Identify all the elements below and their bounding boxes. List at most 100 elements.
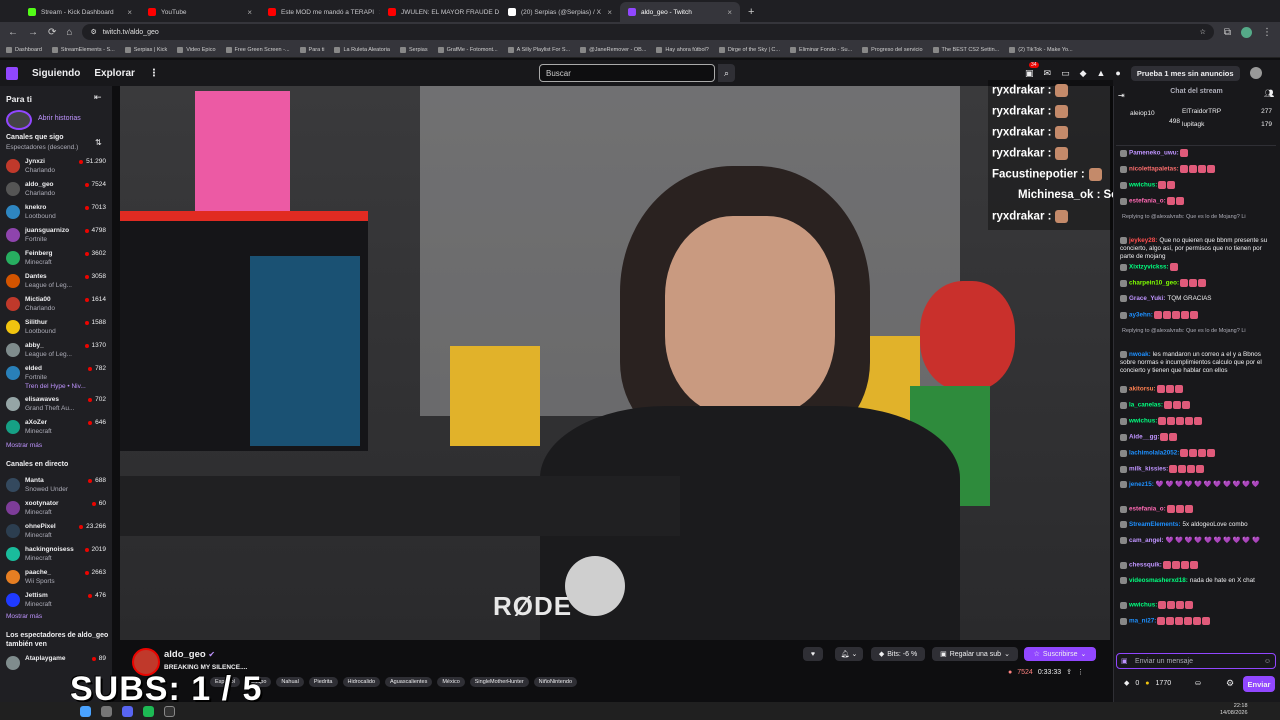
sidebar-channel[interactable]: xootynator Minecraft 60 — [0, 497, 112, 519]
bits-button[interactable]: ◆ Bits: -6 % — [871, 647, 925, 661]
chat-username[interactable]: wwichus: — [1129, 182, 1157, 189]
chat-username[interactable]: Aide__gg: — [1129, 434, 1159, 441]
bookmark-item[interactable]: Hay ahora fútbol? — [656, 46, 709, 53]
chat-username[interactable]: ma_ni27: — [1129, 618, 1156, 625]
browser-tab[interactable]: YouTube × — [140, 2, 260, 22]
stream-tag[interactable]: Nahual — [276, 677, 304, 687]
rewards-icon[interactable]: ⛀ — [1195, 679, 1201, 687]
chat-username[interactable]: jenez15: — [1129, 481, 1154, 488]
notifications-icon[interactable]: ▣ 34 — [1025, 61, 1039, 79]
more-options-icon[interactable]: ⋮ — [1077, 668, 1084, 676]
profile-avatar[interactable] — [1241, 26, 1252, 38]
video-player[interactable]: RØDE — [120, 86, 1110, 640]
chat-username[interactable]: StreamElements: — [1129, 521, 1180, 528]
user-avatar[interactable] — [1249, 67, 1262, 79]
browser-tab[interactable]: (20) Serpias (@Serpias) / X × — [500, 2, 620, 22]
prime-button[interactable]: Prueba 1 mes sin anuncios — [1130, 65, 1240, 81]
subscribe-button[interactable]: ☆ Suscribirse ⌄ — [1024, 647, 1096, 661]
chat-username[interactable]: nicolettapaletas: — [1129, 166, 1179, 173]
chat-username[interactable]: akitorsu: — [1129, 386, 1156, 393]
bookmark-star-icon[interactable]: ☆ — [1200, 28, 1206, 36]
open-stories-link[interactable]: Abrir historias — [38, 115, 81, 122]
browser-tab[interactable]: Stream - Kick Dashboard × — [20, 2, 140, 22]
bookmark-item[interactable]: (2) TikTok - Make Yo... — [1009, 46, 1073, 53]
menu-icon[interactable]: ⋮ — [1262, 27, 1272, 38]
sidebar-channel[interactable]: aXoZer Minecraft 646 — [0, 416, 112, 438]
chat-username[interactable]: nwoak: — [1129, 351, 1151, 358]
stream-tag[interactable]: SingleMotherHunter — [469, 677, 529, 687]
points-icon[interactable]: ● — [1145, 680, 1149, 687]
tab-close-icon[interactable]: × — [127, 8, 132, 17]
bookmark-item[interactable]: Progreso del servicio — [862, 46, 923, 53]
chrome-taskbar-icon[interactable] — [80, 705, 91, 717]
extensions-icon[interactable]: ⧉ — [1224, 27, 1231, 38]
chat-username[interactable]: wwichus: — [1129, 418, 1157, 425]
browser-tab[interactable]: Este MOD me mandó a TERAPI× — [260, 2, 380, 22]
leaderboard-entry[interactable]: aleiop10 498 — [1130, 110, 1180, 125]
tab-close-icon[interactable]: × — [247, 8, 252, 17]
share-icon[interactable]: ⇪ — [1066, 668, 1072, 676]
reload-icon[interactable]: ⟳ — [48, 27, 56, 38]
stories-avatar[interactable] — [6, 110, 32, 130]
more-dots-icon[interactable]: ⋮ — [149, 68, 159, 79]
show-more-followed[interactable]: Mostrar más — [6, 442, 42, 449]
search-icon[interactable]: ⌕ — [718, 64, 735, 82]
twitch-logo-icon[interactable] — [6, 66, 18, 80]
gift-sub-button[interactable]: ▣ Regalar una sub ⌄ — [932, 647, 1018, 661]
stream-tag[interactable]: Hidrocalido — [342, 677, 381, 687]
chat-username[interactable]: Grace_Yuki: — [1129, 295, 1165, 302]
chat-username[interactable]: la_canelas: — [1129, 402, 1163, 409]
bookmark-item[interactable]: Free Green Screen -... — [225, 46, 290, 53]
nav-following[interactable]: Siguiendo — [32, 68, 80, 79]
crown-icon[interactable]: ● — [1115, 68, 1120, 78]
bookmark-item[interactable]: @JaneRemover - OB... — [580, 46, 646, 53]
notifications-toggle[interactable]: 🔔︎ ⌄ — [835, 647, 863, 661]
leaderboard-entry[interactable]: ElTraidorTRP 277 — [1182, 108, 1272, 115]
home-icon[interactable]: ⌂ — [66, 27, 72, 38]
follow-heart-icon[interactable]: ♥ — [803, 647, 823, 661]
stream-tag[interactable]: México — [437, 677, 465, 687]
sidebar-channel[interactable]: knekro Lootbound 7013 — [0, 201, 112, 223]
chat-username[interactable]: cam_angel: — [1129, 537, 1164, 544]
sidebar-channel[interactable]: Feinberg Minecraft 3602 — [0, 247, 112, 269]
sidebar-channel[interactable]: hackingnoisess Minecraft 2019 — [0, 543, 112, 565]
chat-emote-picker-icon[interactable]: ☺ — [1264, 658, 1271, 665]
collapse-sidebar-icon[interactable]: ⇤ — [94, 92, 102, 103]
show-more-live[interactable]: Mostrar más — [6, 613, 42, 620]
send-button[interactable]: Enviar — [1243, 676, 1275, 692]
bookmark-item[interactable]: Dirge of the Sky | C... — [718, 46, 780, 53]
stream-tag[interactable]: Aguascalientes — [385, 677, 433, 687]
sidebar-channel[interactable]: juansguarnizo Fortnite 4798 — [0, 224, 112, 246]
bookmark-item[interactable]: GrafMe - Fotomont... — [437, 46, 498, 53]
bookmark-item[interactable]: A Silly Playlist For S... — [507, 46, 570, 53]
bookmark-item[interactable]: StreamElements - S... — [51, 46, 115, 53]
url-field[interactable]: ⚙ twitch.tv/aldo_geo ☆ — [82, 24, 1214, 40]
spotify-taskbar-icon[interactable] — [143, 705, 154, 717]
back-icon[interactable]: ← — [8, 27, 18, 38]
sidebar-channel[interactable]: ohnePixel Minecraft 23.266 — [0, 520, 112, 542]
chat-username[interactable]: chessquik: — [1129, 562, 1162, 569]
stream-tag[interactable]: Piedrita — [308, 677, 338, 687]
sidebar-channel[interactable]: Jynxzi Charlando 51.290 — [0, 155, 112, 177]
sidebar-channel[interactable]: abby_ League of Leg... 1370 — [0, 339, 112, 361]
site-info-icon[interactable]: ⚙ — [90, 28, 96, 36]
browser-tab[interactable]: JWULEN: EL MAYOR FRAUDE D× — [380, 2, 500, 22]
bookmark-item[interactable]: Dashboard — [6, 46, 42, 53]
chat-username[interactable]: estefania_o: — [1129, 506, 1166, 513]
leaderboard-entry[interactable]: lupitagk 179 — [1182, 121, 1272, 128]
chat-username[interactable]: lachimolala2052: — [1129, 450, 1179, 457]
bits-icon[interactable]: ▲ — [1097, 68, 1106, 78]
chat-input[interactable]: ▣ Enviar un mensaje ☺ — [1116, 653, 1276, 669]
sidebar-channel[interactable]: Mictia00 Charlando 1614 — [0, 293, 112, 315]
nav-browse[interactable]: Explorar — [94, 68, 135, 79]
bookmark-item[interactable]: Para ti — [299, 46, 324, 53]
chat-settings-icon[interactable]: ⚙ — [1226, 678, 1234, 689]
chat-users-icon[interactable]: 👥︎ — [1264, 89, 1274, 98]
new-tab-icon[interactable]: + — [748, 6, 754, 18]
search-input[interactable]: Buscar — [539, 64, 715, 82]
chat-username[interactable]: Pameneko_uwu: — [1129, 150, 1179, 157]
tab-close-icon[interactable]: × — [607, 8, 612, 17]
sidebar-channel[interactable]: Dantes League of Leg... 3058 — [0, 270, 112, 292]
bookmark-item[interactable]: Serpias | Kick — [124, 46, 167, 53]
chat-username[interactable]: estefania_o: — [1129, 198, 1166, 205]
